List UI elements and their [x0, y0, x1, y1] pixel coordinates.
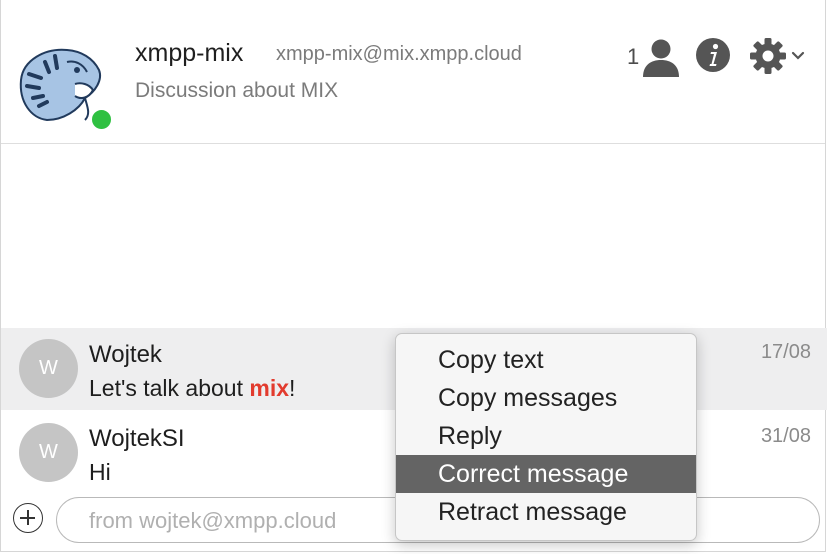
context-menu: Copy text Copy messages Reply Correct me…	[395, 333, 697, 541]
menu-item-reply[interactable]: Reply	[396, 417, 696, 455]
info-icon[interactable]	[696, 38, 730, 72]
avatar: W	[19, 423, 78, 482]
add-attachment-button[interactable]	[13, 503, 43, 533]
menu-item-copy-messages[interactable]: Copy messages	[396, 379, 696, 417]
message-date: 17/08	[760, 341, 811, 363]
room-description: Discussion about MIX	[135, 79, 339, 102]
message-text: Let's talk about	[89, 375, 250, 401]
message-text-suffix: !	[289, 375, 296, 401]
chevron-down-icon[interactable]	[791, 51, 805, 61]
menu-item-correct-message[interactable]: Correct message	[396, 455, 696, 493]
mention-highlight: mix	[249, 375, 290, 401]
gear-icon[interactable]	[749, 37, 787, 75]
message-author: WojtekSI	[89, 425, 185, 452]
presence-indicator	[90, 108, 113, 131]
menu-item-copy-text[interactable]: Copy text	[396, 341, 696, 379]
room-jid: xmpp-mix@mix.xmpp.cloud	[276, 43, 522, 65]
message-body: Hi	[89, 459, 111, 485]
occupant-count: 1	[627, 44, 640, 69]
room-name: xmpp-mix	[135, 39, 244, 67]
person-icon[interactable]	[642, 38, 680, 78]
avatar: W	[19, 339, 78, 398]
message-date: 31/08	[760, 425, 811, 447]
chat-window: xmpp-mix xmpp-mix@mix.xmpp.cloud Discuss…	[0, 0, 827, 552]
menu-item-retract-message[interactable]: Retract message	[396, 493, 696, 531]
chat-header: xmpp-mix xmpp-mix@mix.xmpp.cloud Discuss…	[1, 0, 825, 144]
message-author: Wojtek	[89, 341, 162, 368]
message-body: Let's talk about mix!	[89, 375, 295, 402]
